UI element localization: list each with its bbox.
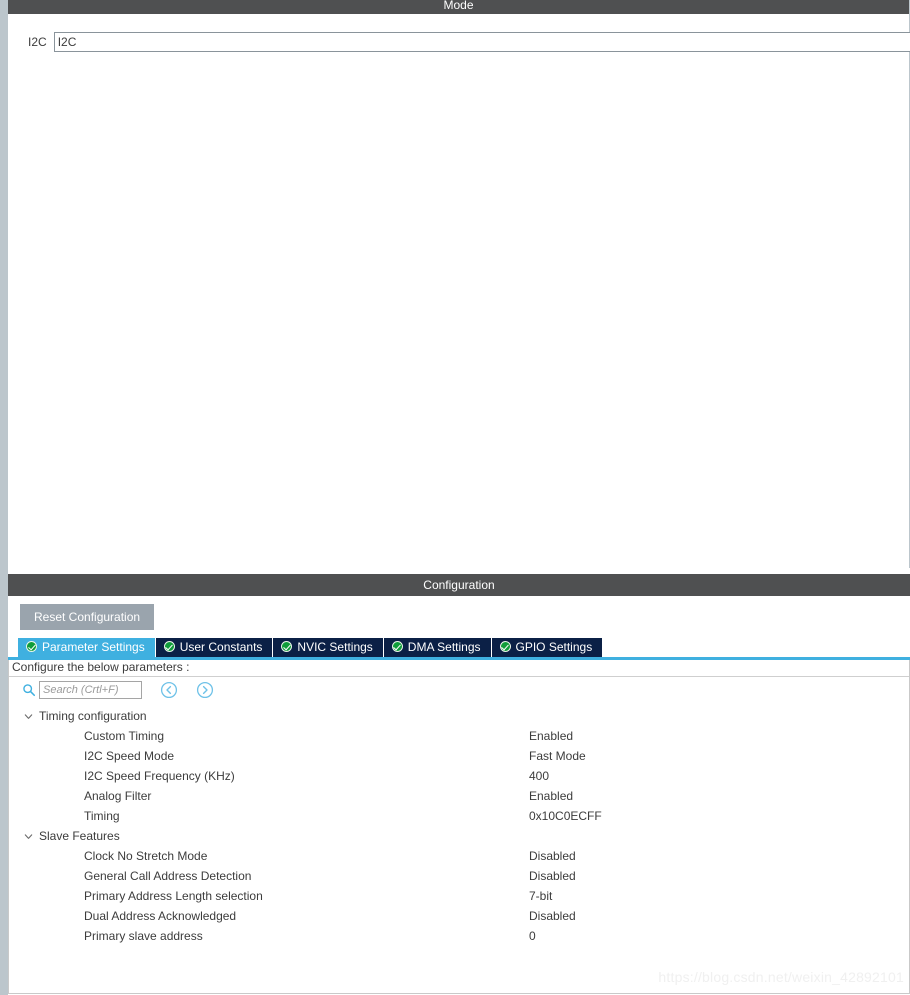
- search-row: [9, 677, 909, 703]
- check-circle-icon: [26, 641, 37, 652]
- param-value[interactable]: 7-bit: [529, 889, 552, 903]
- table-row[interactable]: Analog Filter Enabled: [9, 786, 909, 806]
- table-row[interactable]: General Call Address Detection Disabled: [9, 866, 909, 886]
- i2c-mode-label: I2C: [28, 35, 47, 49]
- param-name: Custom Timing: [84, 729, 165, 743]
- tab-label: DMA Settings: [407, 640, 481, 654]
- tab-label: NVIC Settings: [297, 640, 373, 654]
- param-value[interactable]: 0x10C0ECFF: [529, 809, 602, 823]
- param-value[interactable]: Enabled: [529, 789, 573, 803]
- param-name: Clock No Stretch Mode: [84, 849, 208, 863]
- tab-dma-settings[interactable]: DMA Settings: [383, 638, 491, 657]
- param-name: Analog Filter: [84, 789, 152, 803]
- reset-configuration-button[interactable]: Reset Configuration: [20, 604, 155, 630]
- next-circle-icon[interactable]: [196, 681, 214, 699]
- chevron-down-icon: [24, 833, 33, 839]
- search-icon: [23, 684, 36, 697]
- tree-group-label: Timing configuration: [39, 709, 147, 723]
- tree-group-label: Slave Features: [39, 829, 120, 843]
- chevron-down-icon: [24, 713, 33, 719]
- left-gutter-strip: [0, 0, 8, 995]
- configuration-toolbar: Reset Configuration: [8, 596, 910, 638]
- stm32cubemx-i2c-configuration-screen: Mode I2C Configuration Reset Configurati…: [0, 0, 910, 995]
- param-name: Dual Address Acknowledged: [84, 909, 237, 923]
- param-value[interactable]: Disabled: [529, 909, 576, 923]
- parameter-tree: Timing configuration Custom Timing Enabl…: [9, 703, 909, 946]
- param-value[interactable]: Disabled: [529, 869, 576, 883]
- check-circle-icon: [499, 641, 511, 652]
- table-row[interactable]: Dual Address Acknowledged Disabled: [9, 906, 909, 926]
- tab-parameter-settings[interactable]: Parameter Settings: [18, 638, 155, 657]
- param-name: Timing: [84, 809, 120, 823]
- param-value[interactable]: Fast Mode: [529, 749, 586, 763]
- previous-circle-icon[interactable]: [160, 681, 178, 699]
- param-name: I2C Speed Frequency (KHz): [84, 769, 235, 783]
- table-row[interactable]: I2C Speed Mode Fast Mode: [9, 746, 909, 766]
- tab-label: GPIO Settings: [515, 640, 593, 654]
- tab-user-constants[interactable]: User Constants: [155, 638, 273, 657]
- param-name: General Call Address Detection: [84, 869, 252, 883]
- tree-group-slave-features[interactable]: Slave Features: [9, 826, 909, 846]
- mode-panel-title: Mode: [8, 0, 909, 14]
- configure-hint-text: Configure the below parameters :: [9, 660, 909, 677]
- search-input[interactable]: [39, 681, 142, 699]
- i2c-mode-select[interactable]: [53, 32, 910, 52]
- tree-group-timing-configuration[interactable]: Timing configuration: [9, 706, 909, 726]
- mode-panel: Mode I2C: [8, 0, 910, 568]
- table-row[interactable]: I2C Speed Frequency (KHz) 400: [9, 766, 909, 786]
- param-value[interactable]: 400: [529, 769, 549, 783]
- configuration-panel: Configuration Reset Configuration Parame…: [8, 574, 910, 995]
- configuration-panel-title: Configuration: [8, 574, 910, 596]
- parameter-settings-pane: Configure the below parameters : Search …: [8, 660, 910, 994]
- param-value[interactable]: Disabled: [529, 849, 576, 863]
- check-circle-icon: [391, 641, 403, 652]
- mode-row: I2C: [28, 32, 910, 52]
- check-circle-icon: [281, 641, 293, 652]
- configuration-tabbar: Parameter Settings User Constants NVIC S…: [8, 638, 910, 657]
- mode-panel-body: I2C: [8, 14, 910, 568]
- param-value[interactable]: Enabled: [529, 729, 573, 743]
- table-row[interactable]: Clock No Stretch Mode Disabled: [9, 846, 909, 866]
- param-name: I2C Speed Mode: [84, 749, 175, 763]
- tab-label: Parameter Settings: [42, 640, 145, 654]
- param-name: Primary slave address: [84, 929, 203, 943]
- table-row[interactable]: Timing 0x10C0ECFF: [9, 806, 909, 826]
- check-circle-icon: [163, 641, 175, 652]
- param-name: Primary Address Length selection: [84, 889, 263, 903]
- table-row[interactable]: Primary Address Length selection 7-bit: [9, 886, 909, 906]
- tab-nvic-settings[interactable]: NVIC Settings: [273, 638, 383, 657]
- table-row[interactable]: Primary slave address 0: [9, 926, 909, 946]
- tab-label: User Constants: [179, 640, 263, 654]
- table-row[interactable]: Custom Timing Enabled: [9, 726, 909, 746]
- param-value[interactable]: 0: [529, 929, 536, 943]
- tab-gpio-settings[interactable]: GPIO Settings: [491, 638, 603, 657]
